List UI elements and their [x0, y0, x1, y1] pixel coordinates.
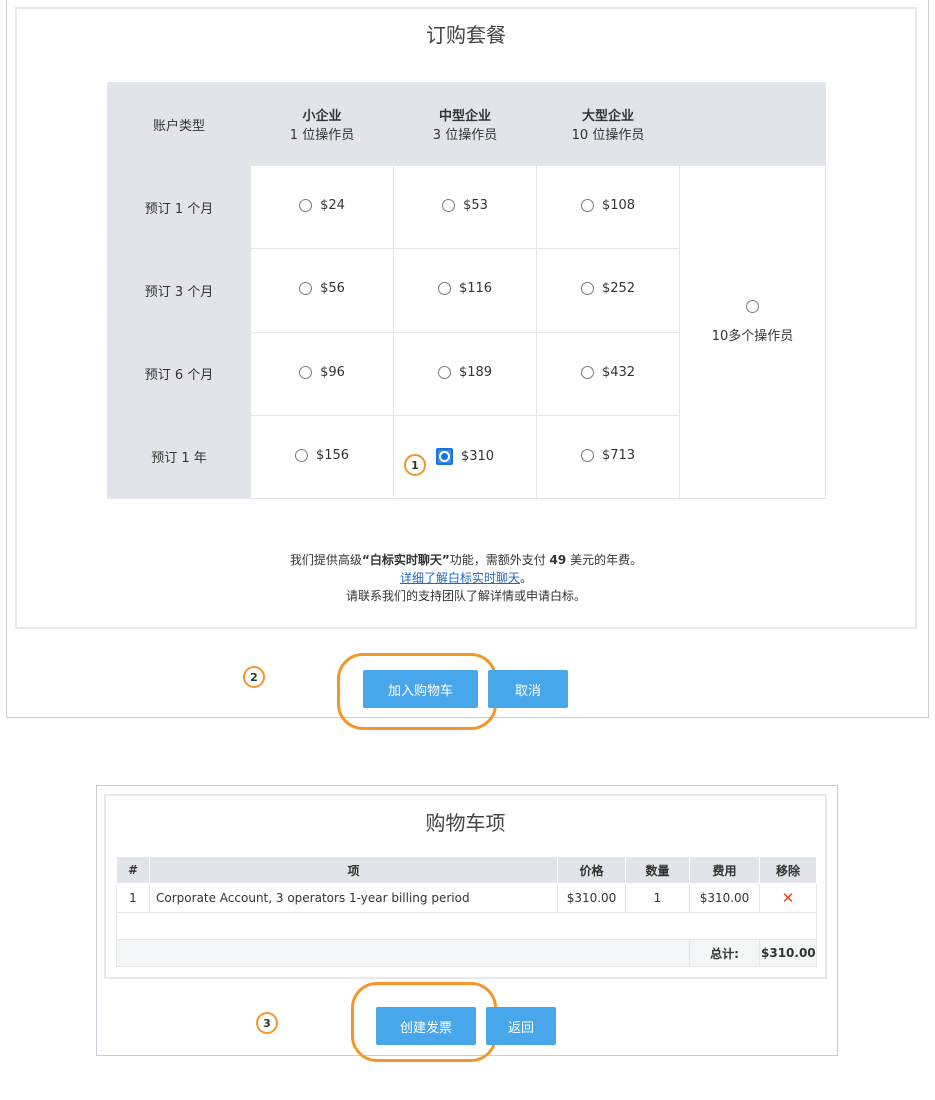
- note-text: 功能，需额外支付: [449, 553, 550, 567]
- note-amount: 49: [549, 553, 567, 567]
- radio-button[interactable]: [442, 199, 456, 213]
- cancel-button[interactable]: 取消: [488, 670, 568, 708]
- price-label: $156: [315, 447, 350, 463]
- item-name: Corporate Account, 3 operators 1-year bi…: [149, 883, 558, 913]
- tier-name: 小企业: [302, 109, 342, 125]
- radio-button[interactable]: [299, 199, 313, 213]
- empty-row: [116, 912, 817, 940]
- total-label: 总计:: [689, 939, 760, 967]
- price-option[interactable]: $53: [393, 165, 537, 250]
- price-label: $116: [458, 281, 493, 297]
- cart-header-row: # 项 价格 数量 费用 移除: [116, 856, 817, 884]
- total-row: 总计: $310.00: [116, 939, 817, 967]
- col-header: #: [116, 856, 150, 884]
- note-line-1: 我们提供高级“白标实时聊天”功能，需额外支付 49 美元的年费。: [15, 551, 917, 569]
- note-text: 美元的年费。: [566, 553, 643, 567]
- price-label: $24: [320, 198, 345, 214]
- back-button[interactable]: 返回: [486, 1007, 556, 1045]
- learn-more-link[interactable]: 详细了解白标实时聊天: [400, 571, 520, 585]
- period-label: 预订 1 个月: [107, 165, 251, 250]
- price-option[interactable]: $189: [393, 331, 537, 416]
- step-badge-2: 2: [243, 666, 265, 688]
- price-label: $96: [320, 364, 345, 380]
- period-label: 预订 6 个月: [107, 331, 251, 416]
- radio-button[interactable]: [299, 365, 313, 379]
- step-badge-1: 1: [404, 454, 426, 476]
- item-quantity: 1: [625, 883, 690, 913]
- price-option[interactable]: $108: [536, 165, 680, 250]
- plan-row: 预订 1 个月 $24 $53 $108 10多个操作员: [107, 165, 826, 499]
- remove-cell[interactable]: ✕: [759, 883, 817, 913]
- create-invoice-button[interactable]: 创建发票: [376, 1007, 476, 1045]
- price-label: $432: [601, 364, 636, 380]
- radio-button-checked[interactable]: [435, 447, 453, 465]
- price-label: $56: [320, 281, 345, 297]
- cart-table: # 项 价格 数量 费用 移除 1 Corporate Account, 3 o…: [116, 856, 817, 967]
- tier-operators: 10 位操作员: [571, 128, 645, 144]
- order-title: 订购套餐: [426, 23, 506, 47]
- radio-button[interactable]: [294, 448, 308, 462]
- cart-title: 购物车项: [425, 811, 506, 835]
- account-type-header: 账户类型: [107, 81, 251, 167]
- price-label: $108: [601, 198, 636, 214]
- tier-header-small: 小企业 1 位操作员: [250, 81, 394, 167]
- price-label: $252: [601, 281, 636, 297]
- col-header: 项: [149, 856, 558, 884]
- radio-button[interactable]: [437, 282, 451, 296]
- price-option[interactable]: $713: [536, 414, 680, 500]
- remove-icon[interactable]: ✕: [782, 889, 795, 907]
- total-value: $310.00: [759, 939, 817, 967]
- radio-button[interactable]: [580, 282, 594, 296]
- enterprise-label: 10多个操作员: [711, 329, 794, 345]
- plan-header-row: 账户类型 小企业 1 位操作员 中型企业 3 位操作员 大型企业 10 位操作员: [107, 81, 826, 167]
- tier-operators: 1 位操作员: [289, 128, 355, 144]
- note-line-2: 详细了解白标实时聊天。: [15, 569, 917, 587]
- price-option[interactable]: $156: [250, 414, 394, 500]
- period-label: 预订 3 个月: [107, 248, 251, 333]
- tier-name: 中型企业: [438, 109, 491, 125]
- radio-button[interactable]: [299, 282, 313, 296]
- col-header: 价格: [557, 856, 626, 884]
- price-option[interactable]: $116: [393, 248, 537, 333]
- price-label: $310: [460, 448, 495, 464]
- radio-button[interactable]: [580, 365, 594, 379]
- period-label: 预订 1 年: [107, 414, 251, 500]
- tier-header-enterprise: [679, 81, 826, 167]
- price-label: $53: [463, 198, 488, 214]
- note-line-3: 请联系我们的支持团队了解详情或申请白标。: [345, 589, 586, 603]
- tier-header-large: 大型企业 10 位操作员: [536, 81, 680, 167]
- enterprise-option[interactable]: 10多个操作员: [679, 165, 826, 499]
- note-text: 我们提供高级: [289, 553, 362, 567]
- step-badge-3: 3: [256, 1012, 278, 1034]
- plan-table: 账户类型 小企业 1 位操作员 中型企业 3 位操作员 大型企业 10 位操作员…: [107, 81, 826, 500]
- white-label-note: 我们提供高级“白标实时聊天”功能，需额外支付 49 美元的年费。 详细了解白标实…: [15, 551, 917, 605]
- radio-button[interactable]: [746, 300, 759, 314]
- radio-button[interactable]: [580, 199, 594, 213]
- add-to-cart-button[interactable]: 加入购物车: [363, 670, 478, 708]
- item-price: $310.00: [557, 883, 626, 913]
- price-option[interactable]: $56: [250, 248, 394, 333]
- price-label: $713: [601, 447, 636, 463]
- note-text: 。: [520, 571, 533, 585]
- radio-dot-icon: [438, 450, 450, 462]
- col-header: 费用: [689, 856, 760, 884]
- table-row: 1 Corporate Account, 3 operators 1-year …: [116, 883, 817, 913]
- item-cost: $310.00: [689, 883, 760, 913]
- tier-operators: 3 位操作员: [432, 128, 498, 144]
- radio-button[interactable]: [580, 448, 594, 462]
- col-header: 移除: [759, 856, 817, 884]
- radio-button[interactable]: [437, 365, 451, 379]
- note-bold: “白标实时聊天”: [361, 553, 450, 567]
- item-number: 1: [116, 883, 150, 913]
- price-label: $189: [458, 364, 493, 380]
- tier-header-medium: 中型企业 3 位操作员: [393, 81, 537, 167]
- price-option[interactable]: $432: [536, 331, 680, 416]
- price-option[interactable]: $24: [250, 165, 394, 250]
- price-option[interactable]: $96: [250, 331, 394, 416]
- tier-name: 大型企业: [581, 109, 634, 125]
- price-option[interactable]: $252: [536, 248, 680, 333]
- col-header: 数量: [625, 856, 690, 884]
